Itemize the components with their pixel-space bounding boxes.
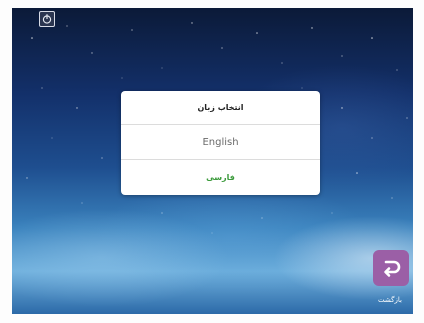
language-option-english[interactable]: English bbox=[121, 125, 320, 160]
home-button[interactable] bbox=[39, 11, 55, 27]
screen: انتخاب زبان English فارسی بازگشت bbox=[12, 8, 413, 314]
return-arrow-icon bbox=[384, 260, 401, 277]
back-button[interactable] bbox=[373, 250, 409, 286]
device-frame: انتخاب زبان English فارسی بازگشت bbox=[0, 0, 424, 323]
back-label: بازگشت bbox=[378, 296, 402, 304]
home-icon bbox=[42, 14, 52, 24]
dialog-title: انتخاب زبان bbox=[121, 91, 320, 125]
language-option-persian[interactable]: فارسی bbox=[121, 160, 320, 195]
language-dialog: انتخاب زبان English فارسی bbox=[121, 91, 320, 195]
